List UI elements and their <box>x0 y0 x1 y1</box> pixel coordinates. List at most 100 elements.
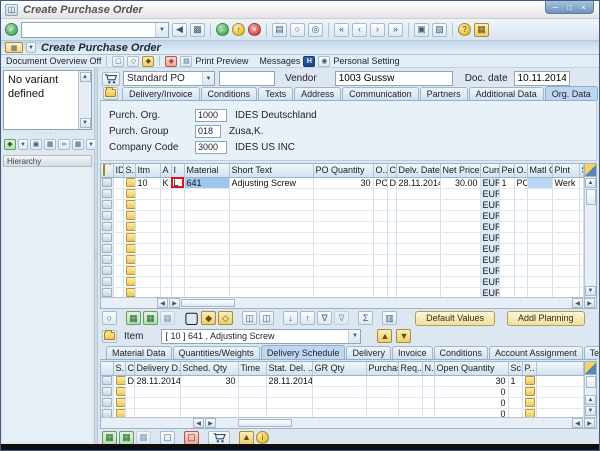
expand-header-icon[interactable] <box>103 87 118 100</box>
details-icon[interactable]: ▥ <box>382 311 397 325</box>
print-preview-button[interactable]: Print Preview <box>195 56 248 66</box>
enter-icon[interactable]: ✓ <box>5 23 18 36</box>
grid-cell[interactable] <box>171 210 184 221</box>
grid-cell[interactable] <box>527 265 552 276</box>
vertical-scrollbar[interactable]: ▲ ▼ <box>584 177 596 297</box>
status-cell[interactable] <box>123 243 135 254</box>
grid-cell[interactable] <box>396 199 440 210</box>
p-cell[interactable] <box>522 375 536 386</box>
grid-cell[interactable] <box>366 386 398 397</box>
sort-ascending-icon[interactable]: ↓ <box>283 311 298 325</box>
grid-cell[interactable] <box>171 265 184 276</box>
order-type-select[interactable]: Standard PO ▼ <box>123 71 215 86</box>
grid-cell[interactable] <box>171 199 184 210</box>
grid-cell[interactable] <box>527 254 552 265</box>
material-cell[interactable]: 641 <box>184 177 229 188</box>
status-cell[interactable] <box>113 397 125 408</box>
st-cell[interactable] <box>579 177 584 188</box>
col-delv-date[interactable]: Delv. Date <box>396 164 440 177</box>
grid-cell[interactable] <box>229 243 313 254</box>
previous-page-icon[interactable]: ‹ <box>352 23 367 37</box>
grid-cell[interactable] <box>238 397 266 408</box>
grid-cell[interactable] <box>113 221 123 232</box>
grid-cell[interactable] <box>552 221 579 232</box>
grid-cell[interactable] <box>387 276 396 287</box>
scroll-up-button[interactable]: ▲ <box>585 178 596 188</box>
grid-cell[interactable] <box>499 276 514 287</box>
col-status[interactable]: S.. <box>113 362 125 375</box>
grid-cell[interactable] <box>579 221 584 232</box>
grid-cell[interactable] <box>171 188 184 199</box>
grid-cell[interactable] <box>266 386 312 397</box>
grid-cell[interactable] <box>184 276 229 287</box>
grid-cell[interactable] <box>579 243 584 254</box>
variant-dropdown-icon[interactable]: ▼ <box>18 139 28 150</box>
row-selector-cell[interactable] <box>101 177 113 188</box>
delivery-date-cell[interactable]: 28.11.2014 <box>134 375 180 386</box>
addl-planning-button[interactable]: Addl Planning <box>507 311 585 326</box>
scroll-left-button[interactable]: ◀ <box>157 298 168 308</box>
grid-cell[interactable] <box>387 254 396 265</box>
per-cell[interactable]: 1 <box>499 177 514 188</box>
grid-cell[interactable] <box>499 243 514 254</box>
grid-cell[interactable] <box>125 397 134 408</box>
grid-cell[interactable] <box>229 199 313 210</box>
purchase-cell[interactable] <box>366 375 398 386</box>
row-selector-cell[interactable] <box>101 386 113 397</box>
vendor-field[interactable] <box>335 71 453 86</box>
grid-cell[interactable] <box>552 232 579 243</box>
grid-cell[interactable] <box>440 276 480 287</box>
tab-delivery-schedule[interactable]: Delivery Schedule <box>261 345 346 359</box>
row-selector-cell[interactable] <box>101 199 113 210</box>
grid-cell[interactable] <box>113 210 123 221</box>
help-icon[interactable]: ? <box>458 23 471 36</box>
row-selector-cell[interactable] <box>101 188 113 199</box>
navigate-back-icon[interactable]: ← <box>216 23 229 36</box>
grid-cell[interactable] <box>160 254 171 265</box>
grid-cell[interactable] <box>514 254 527 265</box>
open-qty-cell[interactable]: 0 <box>434 386 508 397</box>
currency-cell[interactable]: EUR <box>480 232 499 243</box>
grid-cell[interactable] <box>387 199 396 210</box>
grid-cell[interactable] <box>160 221 171 232</box>
col-net-price[interactable]: Net Price <box>440 164 480 177</box>
req-cell[interactable] <box>398 375 422 386</box>
sum-icon[interactable]: Σ <box>358 311 373 325</box>
personal-setting-button[interactable]: Personal Setting <box>333 56 399 66</box>
open-qty-cell[interactable]: 30 <box>434 375 508 386</box>
grid-cell[interactable] <box>313 221 373 232</box>
grid-cell[interactable] <box>171 276 184 287</box>
row-selector-cell[interactable] <box>101 254 113 265</box>
col-acct[interactable]: A <box>160 164 171 177</box>
grid-cell[interactable] <box>373 199 387 210</box>
price-simulation-icon[interactable]: ▲ <box>239 431 254 445</box>
col-per[interactable]: Per <box>499 164 514 177</box>
grid-cell[interactable] <box>229 254 313 265</box>
print-icon[interactable]: ▤ <box>272 23 287 37</box>
tab-conditions[interactable]: Conditions <box>201 87 258 100</box>
grid-cell[interactable] <box>373 221 387 232</box>
id-cell[interactable] <box>113 177 123 188</box>
grid-cell[interactable] <box>113 232 123 243</box>
grid-cell[interactable] <box>422 397 434 408</box>
tab-delivery-invoice[interactable]: Delivery/Invoice <box>122 87 200 100</box>
help-h-icon[interactable]: H <box>303 56 315 67</box>
grid-cell[interactable] <box>387 221 396 232</box>
grid-cell[interactable] <box>499 265 514 276</box>
grid-cell[interactable] <box>514 199 527 210</box>
col-st[interactable]: St <box>579 164 584 177</box>
grid-cell[interactable] <box>184 265 229 276</box>
grid-cell[interactable] <box>113 188 123 199</box>
order-unit-cell[interactable]: PC <box>373 177 387 188</box>
last-page-icon[interactable]: » <box>388 23 403 37</box>
grid-cell[interactable] <box>171 243 184 254</box>
sched-qty-cell[interactable]: 30 <box>180 375 238 386</box>
status-cell[interactable] <box>123 232 135 243</box>
scroll-right-button[interactable]: ▶ <box>169 298 180 308</box>
command-field[interactable] <box>22 23 155 37</box>
n-cell[interactable] <box>422 375 434 386</box>
grid-cell[interactable] <box>313 232 373 243</box>
grid-cell[interactable] <box>579 188 584 199</box>
new-session-icon[interactable]: ▣ <box>414 23 429 37</box>
display-icon[interactable]: ▦ <box>44 139 56 150</box>
